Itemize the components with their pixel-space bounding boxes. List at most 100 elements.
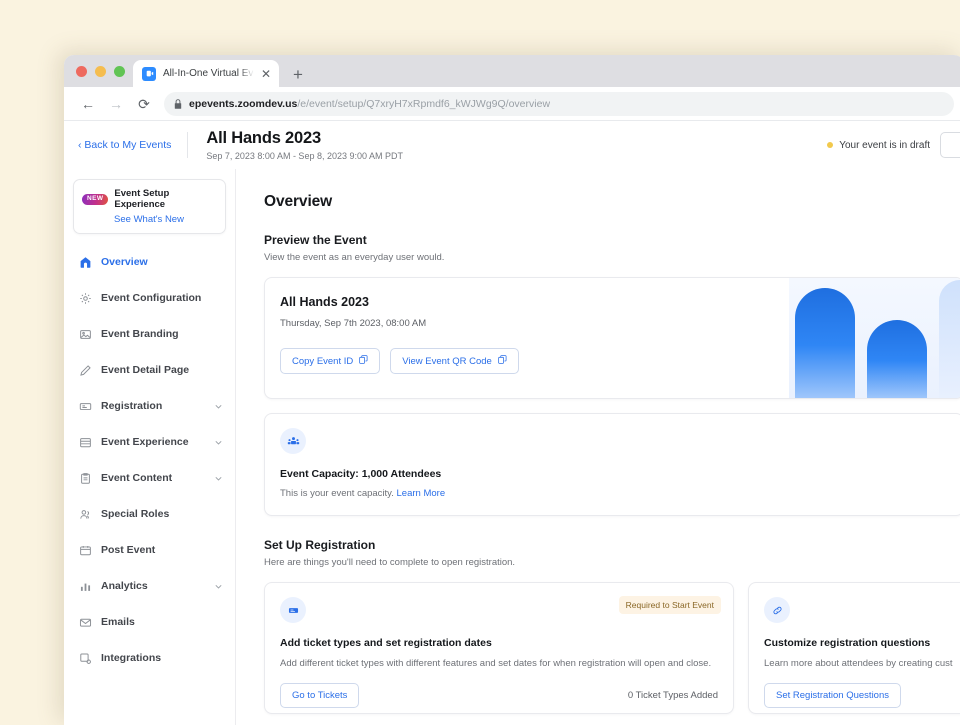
sidebar-item-event-content[interactable]: Event Content: [64, 460, 235, 496]
decorative-bar-1: [795, 288, 855, 398]
setup-experience-title: Event Setup Experience: [114, 188, 216, 210]
capacity-title: Event Capacity: 1,000 Attendees: [280, 468, 948, 480]
url-path: /e/event/setup/Q7xryH7xRpmdf6_kWJWg9Q/ov…: [297, 98, 550, 110]
browser-toolbar: ← → ⟳ epevents.zoomdev.us/e/event/setup/…: [64, 87, 960, 121]
attendees-icon: [280, 428, 306, 454]
browser-tab[interactable]: All-In-One Virtual Event Platfo ✕: [133, 60, 279, 87]
header-action-button[interactable]: [940, 132, 960, 158]
status-dot-icon: [827, 142, 833, 148]
overview-title: Overview: [264, 193, 960, 211]
new-tab-button[interactable]: +: [293, 66, 303, 87]
maximize-window-button[interactable]: [114, 66, 125, 77]
url-host: epevents.zoomdev.us: [189, 98, 297, 110]
chevron-down-icon[interactable]: [214, 402, 223, 411]
copy-icon: [498, 355, 507, 367]
capacity-subtitle-text: This is your event capacity.: [280, 488, 394, 499]
see-whats-new-link[interactable]: See What's New: [82, 214, 216, 225]
registration-card-description: Learn more about attendees by creating c…: [764, 657, 960, 671]
reload-button[interactable]: ⟳: [130, 97, 158, 111]
set-registration-questions-button[interactable]: Set Registration Questions: [764, 683, 901, 708]
registration-card-description: Add different ticket types with differen…: [280, 657, 718, 671]
lock-icon: [174, 99, 182, 109]
registration-card-title: Add ticket types and set registration da…: [280, 637, 718, 649]
sidebar-item-event-detail-page[interactable]: Event Detail Page: [64, 352, 235, 388]
learn-more-link[interactable]: Learn More: [397, 488, 446, 499]
sidebar-item-post-event[interactable]: Post Event: [64, 532, 235, 568]
app-header: ‹ Back to My Events All Hands 2023 Sep 7…: [64, 121, 960, 169]
back-button[interactable]: ←: [74, 97, 102, 111]
go-to-tickets-button[interactable]: Go to Tickets: [280, 683, 359, 708]
preview-section-subtitle: View the event as an everyday user would…: [264, 252, 960, 263]
registration-card-tickets: Required to Start Event Add ticket types…: [264, 582, 734, 714]
copy-event-id-label: Copy Event ID: [292, 356, 353, 367]
event-capacity-card: Event Capacity: 1,000 Attendees This is …: [264, 413, 960, 516]
home-icon: [78, 255, 92, 269]
status-text: Your event is in draft: [839, 140, 930, 151]
chevron-down-icon[interactable]: [214, 474, 223, 483]
copy-event-id-button[interactable]: Copy Event ID: [280, 348, 380, 374]
preview-section-header: Preview the Event View the event as an e…: [264, 233, 960, 263]
chevron-down-icon[interactable]: [214, 438, 223, 447]
header-right-group: Your event is in draft: [827, 121, 960, 169]
integrations-icon: [78, 651, 92, 665]
registration-section-title: Set Up Registration: [264, 538, 960, 552]
sidebar-item-label: Event Configuration: [101, 292, 223, 304]
browser-window: All-In-One Virtual Event Platfo ✕ + ← → …: [64, 55, 960, 725]
registration-card-title: Customize registration questions: [764, 637, 960, 649]
sidebar-item-special-roles[interactable]: Special Roles: [64, 496, 235, 532]
sidebar-item-label: Emails: [101, 616, 223, 628]
forward-button[interactable]: →: [102, 97, 130, 111]
pencil-icon: [78, 363, 92, 377]
ticket-types-count: 0 Ticket Types Added: [628, 690, 718, 701]
copy-icon: [359, 355, 368, 367]
registration-card-questions: Customize registration questions Learn m…: [748, 582, 960, 714]
preview-event-datetime: Thursday, Sep 7th 2023, 08:00 AM: [280, 318, 789, 329]
event-preview-artwork: [789, 278, 960, 398]
registration-card-row: Required to Start Event Add ticket types…: [264, 582, 960, 714]
zoom-favicon: [142, 67, 156, 81]
main-content: Overview Preview the Event View the even…: [236, 169, 960, 725]
chevron-down-icon[interactable]: [214, 582, 223, 591]
sidebar-item-label: Special Roles: [101, 508, 223, 520]
registration-section-header: Set Up Registration Here are things you'…: [264, 538, 960, 568]
sidebar-item-label: Event Branding: [101, 328, 223, 340]
registration-card-footer: Go to Tickets 0 Ticket Types Added: [280, 683, 718, 708]
ticket-card-icon: [280, 597, 306, 623]
registration-section-subtitle: Here are things you'll need to complete …: [264, 557, 960, 568]
sidebar-item-label: Integrations: [101, 652, 223, 664]
sidebar-item-label: Overview: [101, 256, 223, 268]
browser-tab-title: All-In-One Virtual Event Platfo: [163, 68, 254, 79]
window-traffic-lights: [74, 55, 133, 87]
sidebar-item-event-branding[interactable]: Event Branding: [64, 316, 235, 352]
event-date-range: Sep 7, 2023 8:00 AM - Sep 8, 2023 9:00 A…: [206, 151, 403, 161]
sidebar-item-event-experience[interactable]: Event Experience: [64, 424, 235, 460]
image-icon: [78, 327, 92, 341]
ticket-icon: [78, 399, 92, 413]
close-icon[interactable]: ✕: [261, 68, 271, 80]
envelope-icon: [78, 615, 92, 629]
decorative-bar-3: [939, 280, 960, 398]
preview-event-name: All Hands 2023: [280, 295, 789, 309]
users-icon: [78, 507, 92, 521]
url-bar[interactable]: epevents.zoomdev.us/e/event/setup/Q7xryH…: [164, 92, 954, 116]
sidebar-item-analytics[interactable]: Analytics: [64, 568, 235, 604]
sidebar-item-overview[interactable]: Overview: [64, 244, 235, 280]
calendar-alt-icon: [78, 543, 92, 557]
sidebar-item-label: Event Content: [101, 472, 205, 484]
gear-icon: [78, 291, 92, 305]
view-event-qr-code-button[interactable]: View Event QR Code: [390, 348, 519, 374]
minimize-window-button[interactable]: [95, 66, 106, 77]
sidebar-item-registration[interactable]: Registration: [64, 388, 235, 424]
sidebar-item-label: Analytics: [101, 580, 205, 592]
view-qr-label: View Event QR Code: [402, 356, 492, 367]
back-to-my-events-link[interactable]: ‹ Back to My Events: [78, 139, 187, 151]
sidebar-item-integrations[interactable]: Integrations: [64, 640, 235, 676]
sidebar-item-label: Event Experience: [101, 436, 205, 448]
setup-experience-card[interactable]: NEW Event Setup Experience See What's Ne…: [73, 179, 226, 234]
decorative-bar-2: [867, 320, 927, 398]
close-window-button[interactable]: [76, 66, 87, 77]
sidebar-item-emails[interactable]: Emails: [64, 604, 235, 640]
browser-tab-strip: All-In-One Virtual Event Platfo ✕ +: [64, 55, 960, 87]
sidebar-item-label: Event Detail Page: [101, 364, 223, 376]
sidebar-item-event-configuration[interactable]: Event Configuration: [64, 280, 235, 316]
